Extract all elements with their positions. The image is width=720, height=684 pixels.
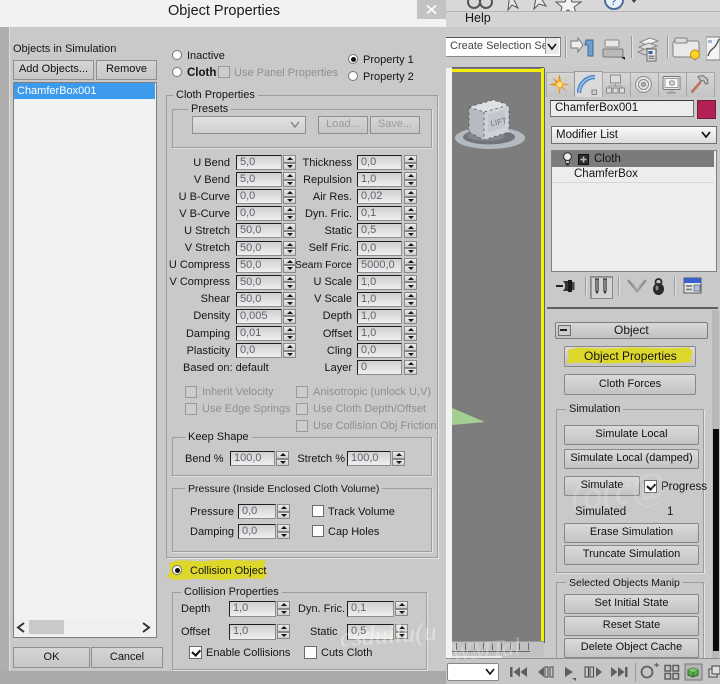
svg-text:?: ? bbox=[610, 0, 617, 8]
